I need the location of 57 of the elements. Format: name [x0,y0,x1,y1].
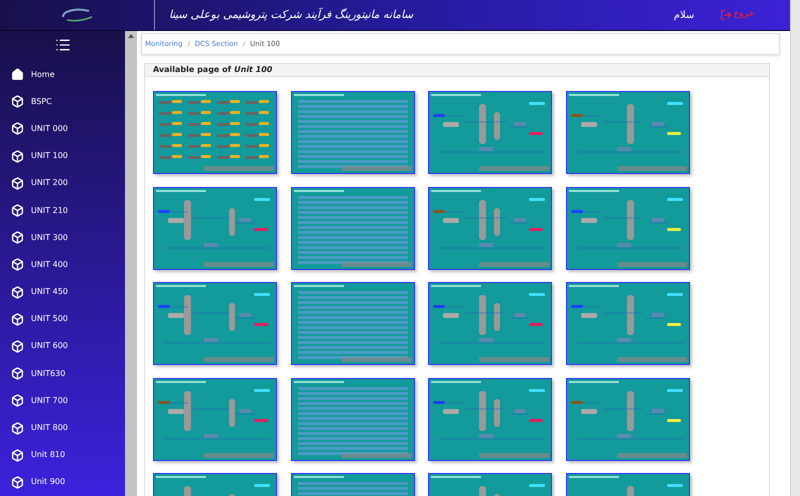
page-thumbnail[interactable] [566,282,690,365]
sidebar-item[interactable]: UNIT 500 [0,306,125,333]
page-thumbnail[interactable] [428,186,552,270]
page-thumbnail[interactable] [290,186,414,270]
page-thumbnail[interactable] [428,91,552,174]
panel-title: Available page of [153,64,232,76]
company-logo-icon [59,7,95,23]
cube-icon [11,258,24,272]
sidebar-item[interactable]: UNIT 300 [0,224,125,252]
scroll-up-icon[interactable] [128,34,134,38]
system-title: سامانه مانیتورینگ فرآیند شرکت پتروشیمی بوعلی سینا [169,6,413,23]
cube-icon [11,422,24,435]
sidebar-item[interactable]: UNIT 600 [0,332,125,360]
sidebar-item[interactable]: UNIT 450 [0,278,125,306]
menu-icon[interactable] [54,37,70,53]
sidebar-item[interactable]: Unit 900 [0,468,125,496]
sidebar-item[interactable]: UNIT 000 [0,115,125,143]
page-thumbnail[interactable] [566,91,690,174]
cube-icon [11,312,24,326]
sidebar-item[interactable]: UNIT 400 [0,251,125,278]
cube-icon [11,204,24,218]
sidebar-item[interactable]: BSPC [0,88,125,116]
page-thumbnail[interactable] [428,378,552,460]
cube-icon [11,476,24,489]
sidebar-item[interactable]: UNIT630 [0,360,125,388]
page-thumbnail[interactable] [153,91,277,174]
page-scrollbar[interactable] [790,0,800,496]
page-thumbnail[interactable] [153,186,277,270]
page-thumbnail[interactable] [566,378,690,460]
cube-icon [11,367,24,380]
cube-icon [11,394,24,408]
sidebar-item[interactable]: UNIT 800 [0,414,125,442]
cube-icon [11,150,24,163]
cube-icon [11,286,24,299]
page-thumbnail[interactable] [290,91,414,174]
house-icon [11,68,24,82]
sidebar-item[interactable]: Home [0,61,125,88]
page-thumbnail[interactable] [153,378,277,460]
sidebar-item[interactable]: Unit 810 [0,442,125,469]
sidebar-item[interactable]: UNIT 210 [0,196,125,224]
page-thumbnail[interactable] [153,282,277,365]
page-thumbnail[interactable] [428,282,552,365]
cube-icon [11,231,24,244]
cube-icon [11,448,24,462]
greeting-text: سلام [674,8,694,22]
cube-icon [11,176,24,190]
logout-icon [720,9,732,21]
cube-icon [11,340,24,353]
sidebar-item[interactable]: UNIT 200 [0,170,125,197]
page-thumbnail[interactable] [290,378,414,460]
cube-icon [11,122,24,136]
panel-unit-name: Unit 100 [234,64,272,76]
page-thumbnail[interactable] [566,186,690,270]
sidebar-item[interactable]: UNIT 700 [0,387,125,414]
sidebar-item[interactable]: UNIT 100 [0,142,125,170]
page-thumbnail[interactable] [290,282,414,365]
cube-icon [11,95,24,108]
